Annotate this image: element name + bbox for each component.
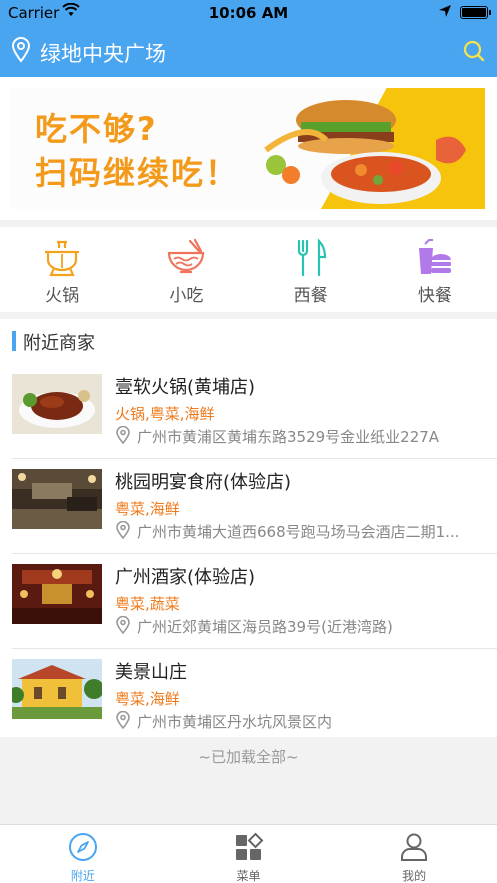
tab-nearby[interactable]: 附近: [0, 825, 166, 883]
merchant-tags: 粤菜,蔬菜: [115, 595, 180, 613]
merchant-tags: 火锅,粤菜,海鲜: [115, 405, 215, 423]
food-illustration: [264, 100, 466, 204]
category-fastfood[interactable]: 快餐: [373, 227, 497, 312]
section-title: 附近商家: [23, 333, 95, 354]
tab-mine[interactable]: 我的: [331, 825, 497, 883]
merchant-photo: [12, 374, 102, 434]
promo-banner[interactable]: 吃不够? 扫码继续吃！: [0, 77, 497, 220]
banner-subheadline: 扫码继续吃！: [35, 154, 240, 192]
hotpot-icon: [45, 240, 80, 277]
location-pin-icon: [115, 520, 131, 543]
tab-label: 我的: [402, 869, 427, 883]
banner-headline: 吃不够?: [35, 110, 158, 148]
merchant-name: 广州酒家(体验店): [115, 567, 256, 588]
category-snacks[interactable]: 小吃: [124, 227, 248, 312]
section-header: 附近商家: [0, 319, 497, 363]
divider: [12, 553, 497, 554]
merchant-address: 广州市黄埔区丹水坑风景区内: [137, 713, 333, 731]
divider: [12, 648, 497, 649]
merchant-name: 壹软火锅(黄埔店): [115, 377, 256, 398]
location-pin-icon: [115, 710, 131, 733]
merchant-photo: [12, 659, 102, 719]
nearby-merchants-section: 附近商家 壹软火锅(黄埔店) 火锅,粤菜,海鲜 广州市黄浦区黄埔东路3529号金…: [0, 319, 497, 737]
category-label: 小吃: [169, 286, 204, 306]
merchant-address: 广州市黄埔大道西668号跑马场马会酒店二期1...: [137, 523, 460, 541]
load-complete-text: ~已加载全部~: [198, 748, 299, 766]
tab-bar: 附近 菜单 我的: [0, 824, 497, 883]
merchant-item[interactable]: 壹软火锅(黄埔店) 火锅,粤菜,海鲜 广州市黄浦区黄埔东路3529号金业纸业22…: [0, 363, 497, 458]
merchant-tags: 粤菜,海鲜: [115, 690, 180, 708]
clock: 10:06 AM: [208, 4, 289, 22]
tab-label: 菜单: [236, 869, 261, 883]
merchant-address: 广州近郊黄埔区海员路39号(近港湾路): [137, 618, 393, 636]
category-label: 快餐: [417, 286, 452, 306]
section-accent-bar: [12, 331, 16, 351]
burger-drink-icon: [418, 239, 451, 274]
location-arrow-icon: [438, 4, 452, 22]
merchant-name: 桃园明宴食府(体验店): [115, 472, 292, 493]
current-location[interactable]: 绿地中央广场: [40, 38, 166, 68]
merchant-item[interactable]: 广州酒家(体验店) 粤菜,蔬菜 广州近郊黄埔区海员路39号(近港湾路): [0, 553, 497, 648]
divider: [12, 458, 497, 459]
battery-icon: [460, 6, 491, 19]
category-western[interactable]: 西餐: [249, 227, 373, 312]
tab-menu[interactable]: 菜单: [166, 825, 332, 883]
search-icon[interactable]: [462, 39, 486, 67]
merchant-photo: [12, 564, 102, 624]
location-pin-icon: [115, 425, 131, 448]
location-pin-icon: [115, 615, 131, 638]
category-hotpot[interactable]: 火锅: [0, 227, 124, 312]
noodle-bowl-icon: [168, 238, 205, 274]
merchant-tags: 粤菜,海鲜: [115, 500, 180, 518]
merchant-item[interactable]: 桃园明宴食府(体验店) 粤菜,海鲜 广州市黄埔大道西668号跑马场马会酒店二期1…: [0, 458, 497, 553]
map-pin-icon: [11, 37, 31, 67]
merchant-address: 广州市黄浦区黄埔东路3529号金业纸业227A: [137, 428, 440, 446]
status-bar: Carrier 10:06 AM: [0, 0, 497, 26]
nav-bar: 绿地中央广场: [0, 26, 497, 77]
compass-icon: [68, 833, 97, 861]
tab-label: 附近: [70, 869, 95, 883]
menu-grid-icon: [235, 832, 263, 860]
category-label: 火锅: [45, 286, 80, 306]
banner-image: 吃不够? 扫码继续吃！: [11, 88, 485, 209]
merchant-item[interactable]: 美景山庄 粤菜,海鲜 广州市黄埔区丹水坑风景区内: [0, 648, 497, 743]
merchant-name: 美景山庄: [115, 662, 187, 683]
category-label: 西餐: [293, 286, 328, 306]
merchant-photo: [12, 469, 102, 529]
user-icon: [401, 833, 428, 861]
category-row: 火锅 小吃 西餐 快餐: [0, 227, 497, 312]
fork-knife-icon: [297, 238, 326, 277]
